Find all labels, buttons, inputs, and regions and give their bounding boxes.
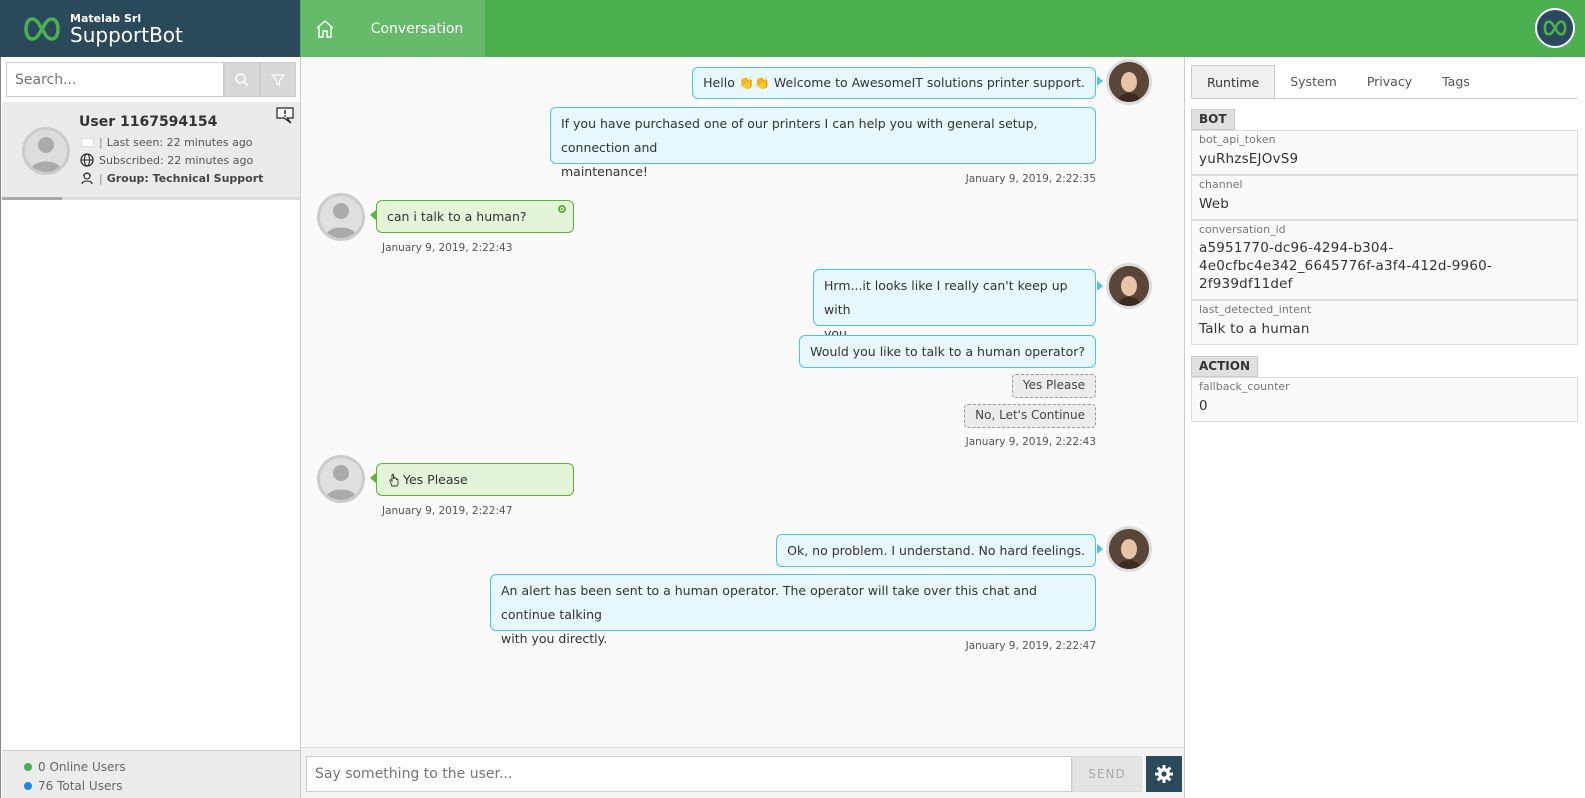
composer-settings-button[interactable] — [1146, 756, 1182, 792]
home-icon — [316, 19, 334, 38]
bot-message: If you have purchased one of our printer… — [550, 107, 1096, 179]
gear-icon — [1155, 765, 1173, 783]
user-avatar — [317, 193, 365, 241]
alert-comment-icon[interactable] — [275, 106, 295, 124]
bot-avatar — [1106, 526, 1152, 572]
message-composer: SEND — [301, 747, 1184, 798]
bot-avatar — [1106, 263, 1152, 309]
tab-system[interactable]: System — [1275, 65, 1352, 98]
variable-value: Web — [1199, 196, 1230, 212]
bot-message-line: If you have purchased one of our printer… — [561, 116, 1038, 155]
variable-row: channel Web — [1191, 175, 1578, 220]
bot-avatar — [1106, 59, 1152, 105]
action-section-header: ACTION — [1191, 356, 1258, 377]
context-panel: Runtime System Privacy Tags BOT bot_api_… — [1184, 57, 1585, 798]
message-timestamp: January 9, 2019, 2:22:47 — [965, 640, 1096, 652]
variable-key: fallback_counter — [1199, 380, 1290, 393]
bot-section-header: BOT — [1191, 109, 1235, 130]
app-name: SupportBot — [70, 22, 183, 47]
tab-conversation[interactable]: Conversation — [349, 0, 485, 57]
hand-pointer-icon — [389, 473, 399, 486]
user-list-item[interactable]: User 1167594154 | Last seen: 22 minutes … — [2, 102, 300, 200]
message-timestamp: January 9, 2019, 2:22:35 — [965, 173, 1096, 185]
filter-icon — [270, 73, 286, 86]
user-avatar — [22, 127, 70, 175]
variable-value-line: 2f939df11def — [1199, 276, 1293, 292]
variable-key: conversation_id — [1199, 223, 1286, 236]
total-dot-icon — [24, 781, 32, 790]
users-sidebar: User 1167594154 | Last seen: 22 minutes … — [0, 57, 301, 798]
variable-row: fallback_counter 0 — [1191, 377, 1578, 422]
send-button[interactable]: SEND — [1072, 756, 1142, 792]
support-agent-icon — [79, 171, 95, 185]
variable-value-line: a5951770-dc96-4294-b304- — [1199, 240, 1394, 256]
message-timestamp: January 9, 2019, 2:22:43 — [965, 436, 1096, 448]
last-seen-text: Last seen: 22 minutes ago — [106, 135, 253, 149]
variable-key: last_detected_intent — [1199, 303, 1312, 316]
variable-key: channel — [1199, 178, 1243, 191]
tab-runtime[interactable]: Runtime — [1191, 65, 1276, 98]
last-seen-row: | Last seen: 22 minutes ago — [79, 135, 253, 149]
brand[interactable]: Matelab Srl SupportBot — [0, 0, 300, 57]
user-message: can i talk to a human? — [376, 200, 574, 233]
user-stats: 0 Online Users 76 Total Users — [2, 750, 300, 798]
home-button[interactable] — [301, 0, 349, 57]
user-avatar — [317, 455, 365, 503]
quick-reply-no-continue[interactable]: No, Let's Continue — [964, 404, 1096, 428]
search-bar — [6, 62, 296, 97]
chat-transcript: Hello 👏👏 Welcome to AwesomeIT solutions … — [301, 57, 1184, 747]
search-icon — [235, 72, 249, 86]
online-users-count: 0 Online Users — [38, 759, 126, 774]
tab-privacy[interactable]: Privacy — [1352, 65, 1427, 98]
supportbot-logo-icon — [1543, 20, 1567, 36]
variable-value: yuRhzsEJOvS9 — [1199, 151, 1299, 167]
bot-message: An alert has been sent to a human operat… — [490, 574, 1096, 646]
variable-row: last_detected_intent Talk to a human — [1191, 300, 1578, 345]
account-avatar[interactable] — [1535, 8, 1575, 48]
message-input[interactable] — [306, 756, 1072, 792]
bot-message: Ok, no problem. I understand. No hard fe… — [776, 534, 1096, 567]
group-text: Group: Technical Support — [106, 171, 264, 185]
filter-button[interactable] — [260, 62, 296, 97]
online-dot-icon — [24, 762, 32, 771]
context-tabs: Runtime System Privacy Tags — [1191, 65, 1577, 99]
total-users-stat: 76 Total Users — [24, 776, 300, 795]
variable-value-line: 4e0cfbc4e342_6645776f-a3f4-412d-9960- — [1199, 258, 1492, 274]
total-users-count: 76 Total Users — [38, 778, 123, 793]
user-silhouette-icon — [30, 137, 62, 172]
user-activity-bar — [2, 197, 300, 200]
bot-message-line: An alert has been sent to a human operat… — [501, 583, 1037, 622]
variable-row: bot_api_token yuRhzsEJOvS9 — [1191, 130, 1578, 175]
tab-tags[interactable]: Tags — [1427, 65, 1485, 98]
bot-message: Hello 👏👏 Welcome to AwesomeIT solutions … — [692, 67, 1096, 99]
user-message: Yes Please — [376, 463, 574, 496]
quick-reply-yes-please[interactable]: Yes Please — [1011, 374, 1096, 398]
variable-value: a5951770-dc96-4294-b304- 4e0cfbc4e342_66… — [1199, 239, 1570, 293]
online-users-stat: 0 Online Users — [24, 757, 300, 776]
user-message-text: Yes Please — [403, 472, 468, 487]
globe-icon — [79, 153, 95, 167]
variable-key: bot_api_token — [1199, 133, 1276, 146]
message-timestamp: January 9, 2019, 2:22:43 — [382, 242, 513, 254]
top-bar: Matelab Srl SupportBot Conversation — [0, 0, 1585, 57]
variable-value: Talk to a human — [1199, 321, 1310, 337]
bot-message-line: Hrm...it looks like I really can't keep … — [824, 278, 1068, 317]
search-button[interactable] — [224, 62, 260, 97]
variable-value: 0 — [1199, 398, 1208, 414]
group-row: | Group: Technical Support — [79, 171, 263, 185]
supportbot-logo-icon — [24, 16, 60, 41]
bot-message: Hrm...it looks like I really can't keep … — [813, 269, 1096, 341]
settings-gear-icon[interactable] — [557, 204, 567, 214]
variable-row: conversation_id a5951770-dc96-4294-b304-… — [1191, 220, 1578, 300]
message-timestamp: January 9, 2019, 2:22:47 — [382, 505, 513, 517]
bot-message: Would you like to talk to a human operat… — [799, 335, 1096, 368]
channel-flag-icon — [79, 135, 95, 149]
subscribed-text: Subscribed: 22 minutes ago — [99, 153, 254, 167]
user-name: User 1167594154 — [79, 114, 218, 130]
company-name: Matelab Srl — [70, 11, 142, 25]
search-input[interactable] — [6, 62, 224, 97]
subscribed-row: Subscribed: 22 minutes ago — [79, 153, 253, 167]
